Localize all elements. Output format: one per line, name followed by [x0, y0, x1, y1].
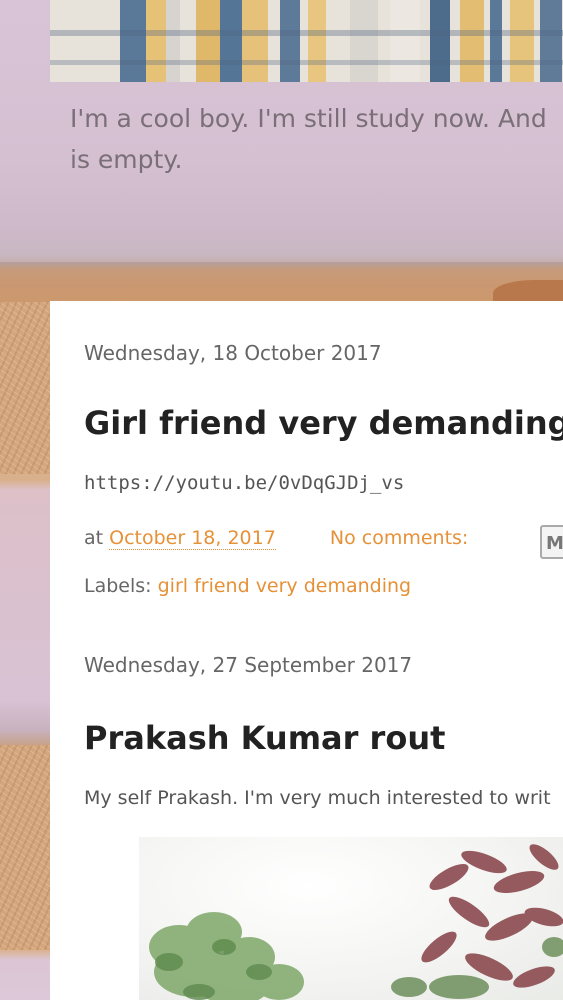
post-date-header: Wednesday, 18 October 2017 — [84, 341, 382, 365]
post-body-link[interactable]: https://youtu.be/0vDqGJDj_vs — [84, 472, 404, 494]
post-title[interactable]: Prakash Kumar rout — [84, 719, 445, 757]
main-content: Wednesday, 18 October 2017 Girl friend v… — [50, 301, 563, 1000]
post-label-link[interactable]: girl friend very demanding — [158, 575, 412, 597]
post-image[interactable] — [139, 837, 563, 1000]
post-labels-line: Labels: girl friend very demanding — [84, 575, 411, 597]
blog-description: I'm a cool boy. I'm still study now. And… — [70, 98, 563, 180]
header-image — [50, 0, 563, 82]
background-horizon — [0, 262, 563, 302]
background-rock — [493, 280, 563, 302]
blog-description-line-2: is empty. — [70, 145, 183, 174]
email-share-button[interactable]: M — [540, 525, 563, 559]
post-title[interactable]: Girl friend very demanding — [84, 404, 563, 442]
post-author-at-label: at — [84, 527, 104, 549]
post-timestamp-link[interactable]: October 18, 2017 — [109, 527, 276, 550]
email-share-icon: M — [546, 533, 563, 554]
post-comments-link[interactable]: No comments: — [330, 527, 468, 549]
background-sand-left-lower — [0, 745, 50, 950]
post-date-header: Wednesday, 27 September 2017 — [84, 653, 413, 677]
plant-illustration — [149, 844, 563, 1000]
post-body: My self Prakash. I'm very much intereste… — [84, 787, 551, 809]
background-sand-left — [0, 302, 50, 474]
blog-description-line-1: I'm a cool boy. I'm still study now. And — [70, 104, 547, 133]
post-labels-label: Labels: — [84, 575, 152, 597]
post-footer-line-1: at October 18, 2017 No comments: — [84, 527, 468, 550]
